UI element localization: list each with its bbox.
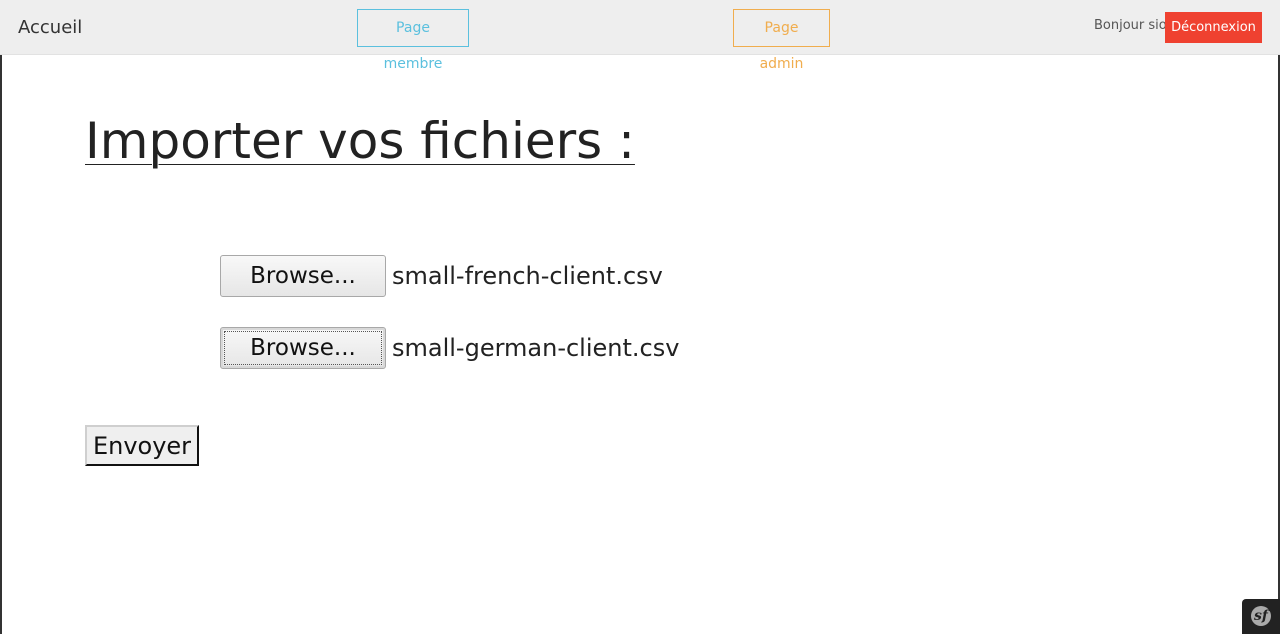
user-greeting: Bonjour sio	[1094, 18, 1167, 33]
file-input-row: Browse... small-german-client.csv	[220, 327, 679, 369]
browse-button[interactable]: Browse...	[220, 327, 386, 369]
selected-file-name: small-german-client.csv	[392, 334, 680, 362]
page-title: Importer vos fichiers :	[85, 112, 635, 170]
logout-button[interactable]: Déconnexion	[1165, 12, 1262, 43]
top-navbar: Accueil Page membre Page admin Bonjour s…	[0, 0, 1280, 72]
browse-button[interactable]: Browse...	[220, 255, 386, 297]
debug-toolbar-toggle[interactable]: sf	[1242, 599, 1280, 634]
symfony-logo-icon: sf	[1251, 606, 1271, 626]
file-input-row: Browse... small-french-client.csv	[220, 255, 663, 297]
admin-page-button[interactable]: Page admin	[733, 9, 830, 72]
browser-viewport	[0, 0, 1280, 634]
submit-button[interactable]: Envoyer	[85, 425, 199, 466]
home-link[interactable]: Accueil	[18, 17, 82, 39]
selected-file-name: small-french-client.csv	[392, 262, 663, 290]
member-page-button[interactable]: Page membre	[357, 9, 469, 72]
